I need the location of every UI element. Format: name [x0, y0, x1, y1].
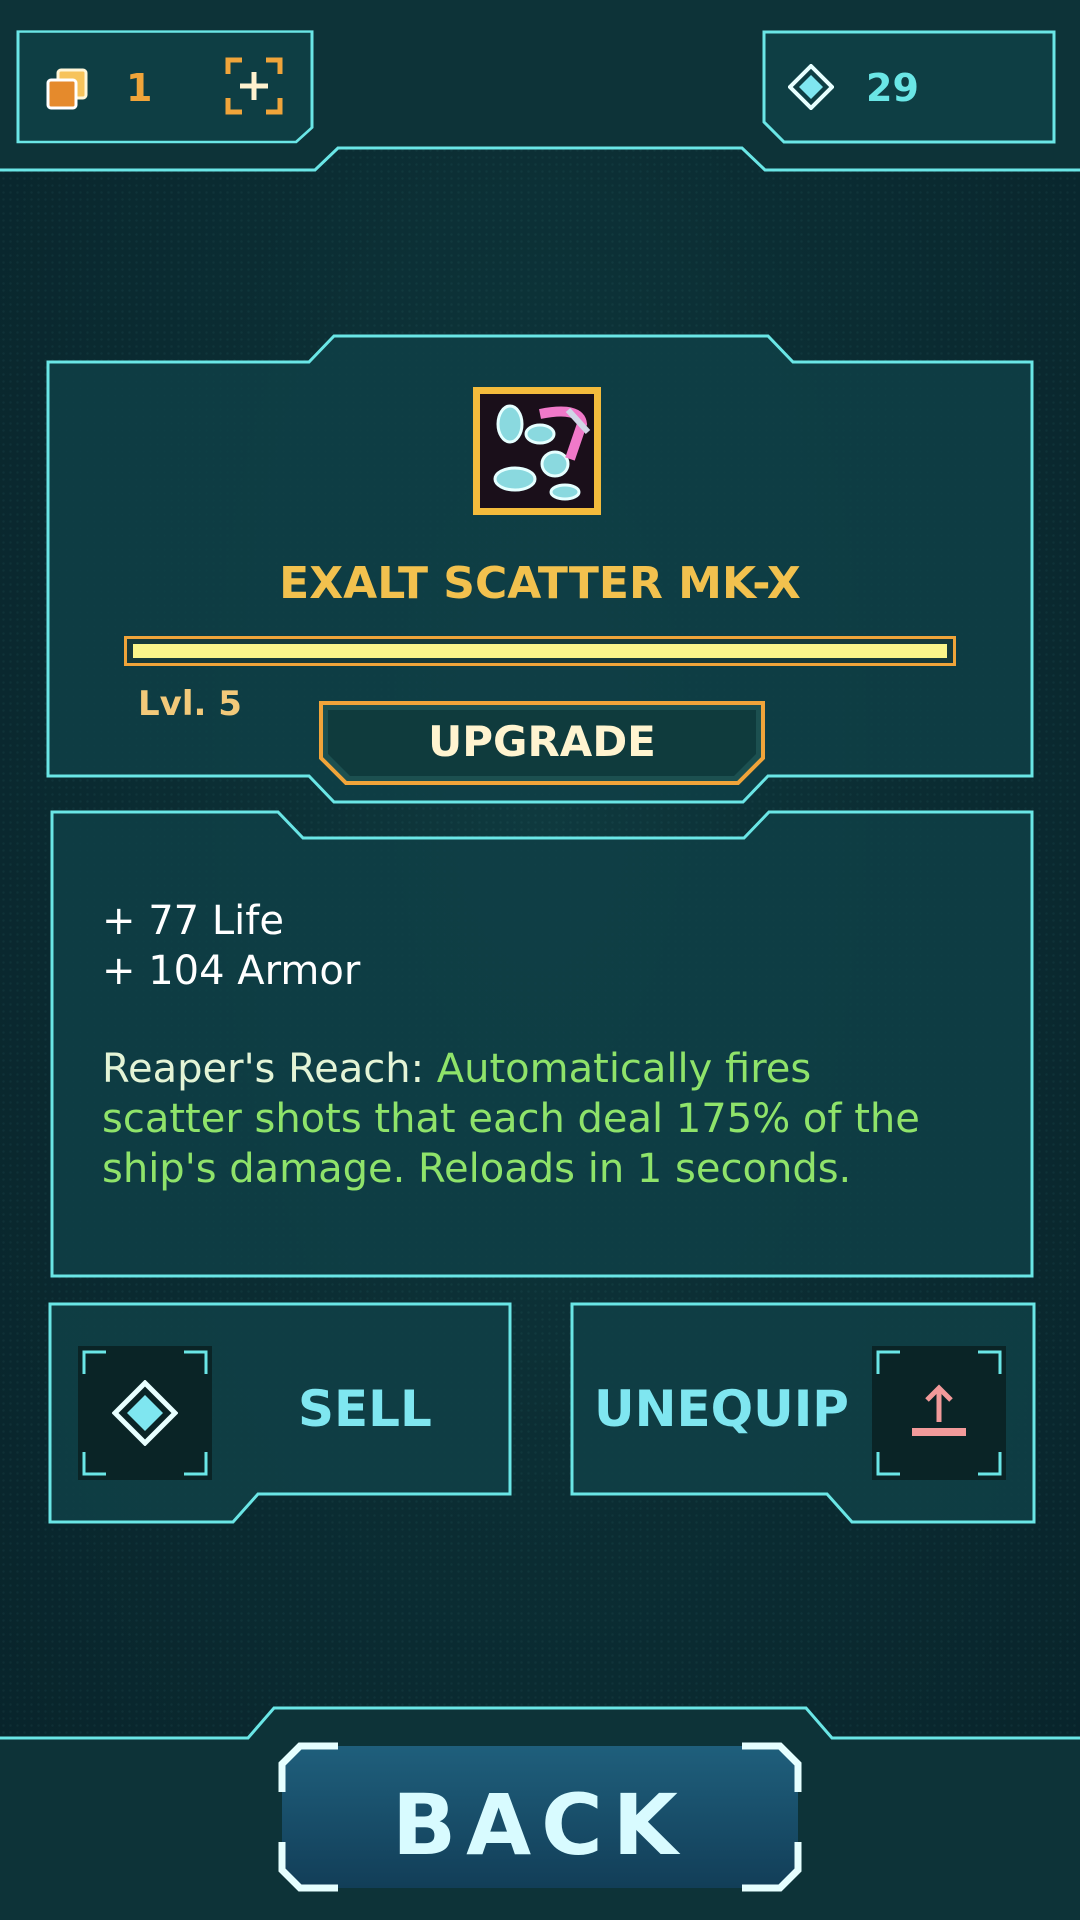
sell-button[interactable]: SELL	[48, 1302, 512, 1524]
gems-count: 29	[866, 66, 919, 110]
upgrade-label: UPGRADE	[428, 717, 656, 766]
ability-desc-1: Automatically fires	[436, 1046, 812, 1092]
level-progress-bar	[124, 636, 956, 666]
ability-name: Reaper's Reach:	[102, 1046, 425, 1092]
unequip-label: UNEQUIP	[594, 1380, 849, 1438]
stat-life: + 77 Life	[102, 898, 284, 944]
ability-desc-3: ship's damage. Reloads in 1 seconds.	[102, 1146, 852, 1192]
diamond-gem-icon	[788, 64, 834, 110]
level-label: Lvl. 5	[138, 684, 242, 724]
stat-armor: + 104 Armor	[102, 948, 361, 994]
gems-counter: 29	[762, 30, 1056, 144]
cards-counter: 1	[16, 30, 314, 144]
level-progress-fill	[133, 644, 947, 658]
cards-count: 1	[126, 66, 153, 110]
item-panel: EXALT SCATTER MK-X Lvl. 5 UPGRADE	[46, 334, 1034, 804]
stats-panel: + 77 Life + 104 Armor Reaper's Reach: Au…	[50, 810, 1034, 1278]
add-bracket-icon	[225, 57, 283, 115]
diamond-gem-icon	[112, 1380, 178, 1446]
back-button[interactable]: BACK	[278, 1742, 802, 1892]
upload-arrow-icon	[908, 1382, 970, 1444]
item-name: EXALT SCATTER MK-X	[279, 558, 801, 609]
sell-label: SELL	[298, 1380, 432, 1438]
upgrade-button[interactable]: UPGRADE	[318, 700, 766, 786]
stacked-cards-icon	[44, 66, 90, 112]
ability-desc-2: scatter shots that each deal 175% of the	[102, 1096, 920, 1142]
back-label: BACK	[392, 1776, 688, 1874]
add-cards-button[interactable]	[224, 56, 284, 116]
scatter-weapon-icon	[470, 384, 604, 518]
unequip-button[interactable]: UNEQUIP	[570, 1302, 1036, 1524]
